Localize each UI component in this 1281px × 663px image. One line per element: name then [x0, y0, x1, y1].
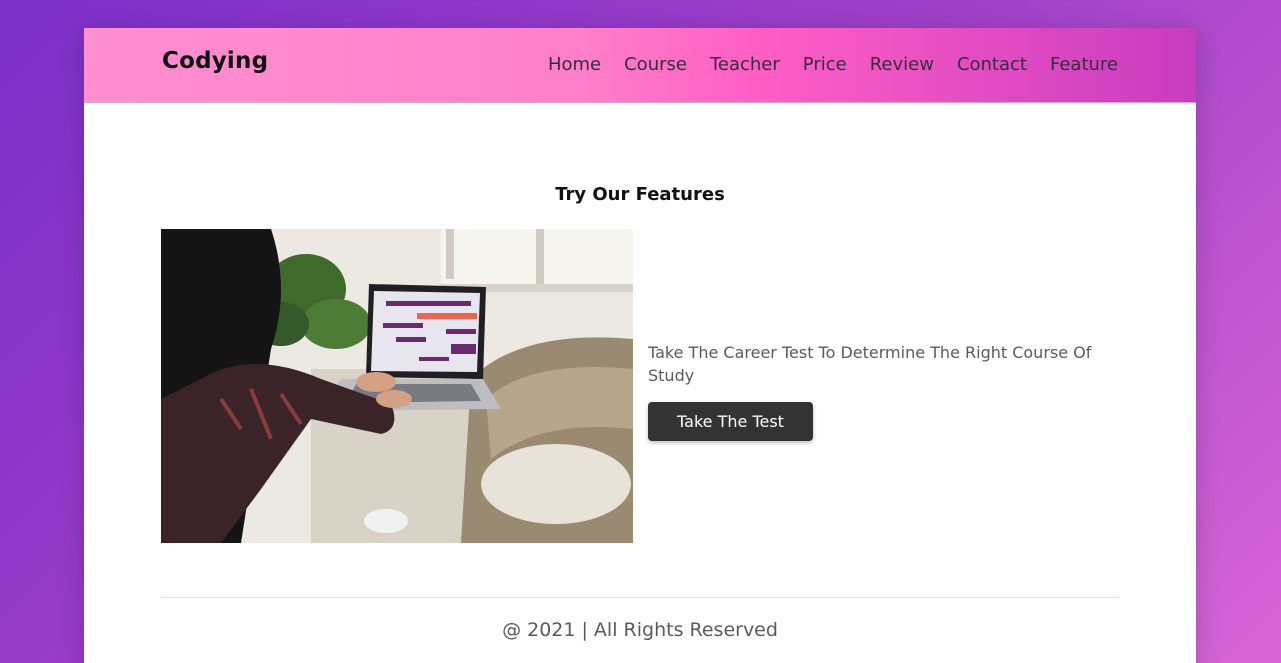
feature-description: Take The Career Test To Determine The Ri…	[648, 343, 1092, 385]
navbar: Codying Home Course Teacher Price Review…	[84, 28, 1196, 103]
footer-divider	[161, 597, 1119, 598]
nav-links: Home Course Teacher Price Review Contact…	[525, 54, 1118, 75]
nav-link-course[interactable]: Course	[624, 54, 687, 75]
nav-link-contact[interactable]: Contact	[957, 54, 1027, 75]
footer-copyright: @ 2021 | All Rights Reserved	[502, 619, 778, 641]
nav-link-feature[interactable]: Feature	[1050, 54, 1118, 75]
nav-link-review[interactable]: Review	[870, 54, 934, 75]
feature-photo	[161, 229, 633, 543]
section-title: Try Our Features	[555, 184, 725, 205]
take-test-button[interactable]: Take The Test	[648, 402, 813, 441]
nav-link-price[interactable]: Price	[803, 54, 847, 75]
brand-logo[interactable]: Codying	[162, 48, 268, 74]
page-card: Codying Home Course Teacher Price Review…	[84, 28, 1196, 663]
nav-link-teacher[interactable]: Teacher	[710, 54, 780, 75]
nav-link-home[interactable]: Home	[548, 54, 601, 75]
